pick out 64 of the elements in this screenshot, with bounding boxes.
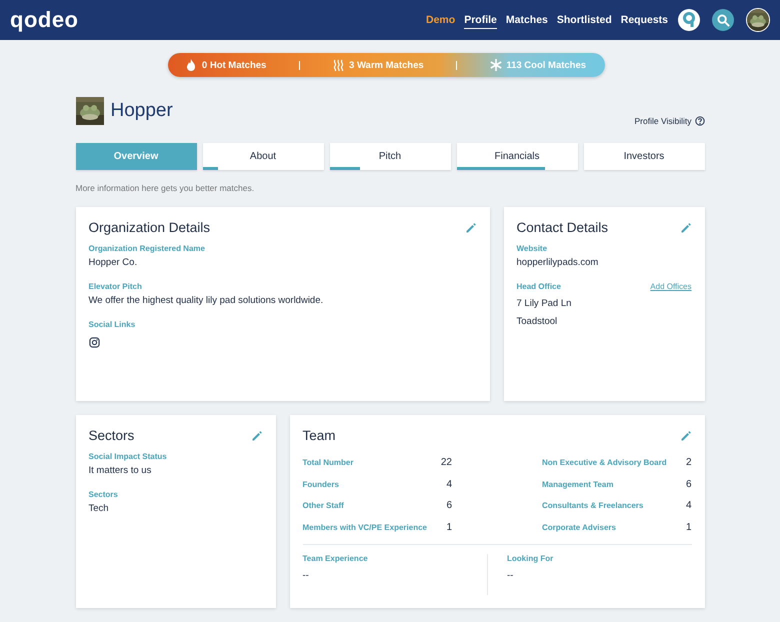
tab[interactable]: Financials: [456, 143, 578, 170]
stat-label: Management Team: [542, 480, 614, 489]
snowflake-icon: [490, 59, 502, 71]
field-label: Sectors: [88, 490, 119, 499]
instagram-icon: [88, 337, 100, 348]
address-line: Toadstool: [516, 316, 558, 327]
nav-link[interactable]: Matches: [506, 12, 548, 28]
q-icon: [682, 12, 696, 28]
stat-value: 4: [446, 478, 452, 490]
stat-label: Corporate Advisers: [542, 522, 616, 532]
card-title: Team: [302, 428, 336, 443]
stat-label: Members with VC/PE Experience: [302, 522, 427, 532]
edit-icon[interactable]: [680, 222, 692, 234]
heat-waves-icon: [333, 59, 346, 71]
stat-label: Total Number: [302, 458, 354, 468]
stat-value: 22: [440, 457, 452, 468]
address-line: 7 Lily Pad Ln: [516, 298, 572, 309]
field-label: Head Office: [516, 282, 561, 291]
stat-value: 1: [446, 522, 452, 533]
logo[interactable]: qodeo: [10, 7, 78, 33]
field-value: --: [302, 570, 310, 581]
flame-icon: [186, 59, 198, 71]
tab[interactable]: Pitch: [330, 143, 450, 170]
stat-value: 6: [686, 478, 692, 490]
tab[interactable]: Investors: [584, 143, 704, 170]
nav-link[interactable]: Demo: [426, 12, 456, 28]
profile-name: Hopper: [110, 100, 173, 122]
search-icon: [716, 14, 730, 26]
q-logo-button[interactable]: [678, 9, 700, 31]
field-label: Elevator Pitch: [88, 282, 143, 291]
edit-icon[interactable]: [464, 222, 476, 234]
stat-value: 4: [686, 500, 692, 512]
stat-value: 1: [686, 522, 692, 533]
stat-label: Founders: [302, 480, 339, 489]
field-label: Team Experience: [302, 554, 369, 563]
stat-label: Consultants & Freelancers: [542, 501, 644, 510]
edit-icon[interactable]: [680, 430, 692, 442]
field-label: Social Impact Status: [88, 452, 168, 461]
hint-text: More information here gets you better matches.: [76, 183, 256, 193]
edit-icon[interactable]: [250, 430, 262, 442]
card-title: Sectors: [88, 428, 134, 443]
stat-value: 6: [446, 500, 452, 512]
nav-link[interactable]: Shortlisted: [556, 12, 612, 28]
stat-label: Other Staff: [302, 501, 344, 510]
field-label: Looking For: [507, 554, 554, 563]
stat-value: 2: [686, 457, 692, 468]
field-value: Hopper Co.: [88, 257, 138, 268]
tab[interactable]: About: [202, 143, 324, 170]
profile-visibility-link[interactable]: Profile Visibility: [634, 116, 704, 126]
nav-link[interactable]: Requests: [620, 12, 668, 28]
help-icon: [694, 116, 704, 126]
card-title: Contact Details: [516, 220, 608, 235]
field-label: Website: [516, 244, 548, 253]
stat-label: Non Executive & Advisory Board: [542, 458, 667, 468]
field-value: --: [507, 570, 514, 581]
field-value: It matters to us: [88, 465, 152, 476]
card-title: Organization Details: [88, 220, 210, 235]
field-value: hopperlilypads.com: [516, 257, 600, 268]
nav-link[interactable]: Profile: [464, 12, 497, 28]
field-label: Social Links: [88, 320, 136, 329]
field-value: We offer the highest quality lily pad solutions worldwide.: [88, 295, 324, 306]
field-label: Organization Registered Name: [88, 244, 206, 253]
search-button[interactable]: [712, 9, 734, 31]
field-value: Tech: [88, 503, 110, 514]
